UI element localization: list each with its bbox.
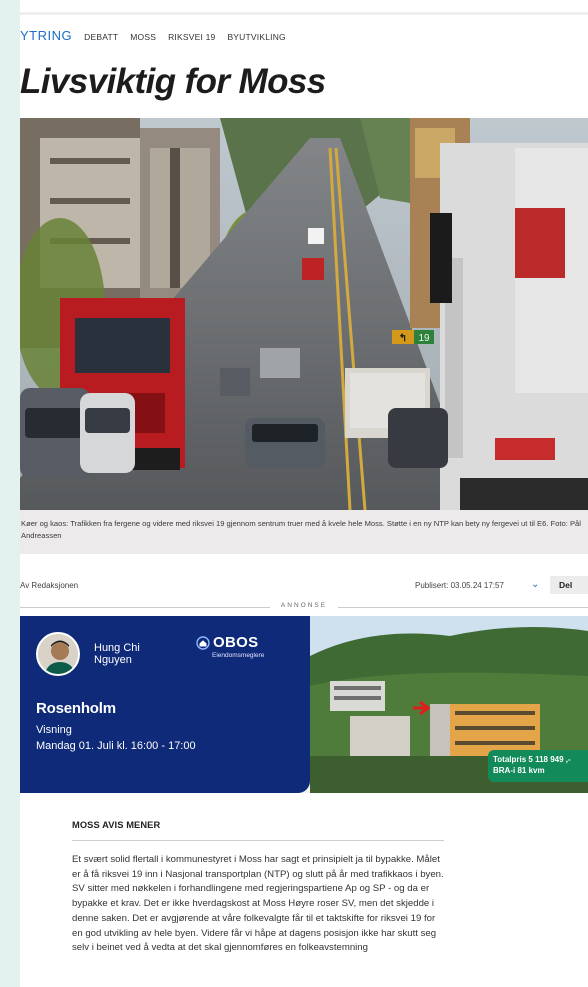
- share-button[interactable]: Del: [550, 576, 588, 594]
- article-text: Et svært solid flertall i kommunestyret …: [72, 854, 444, 954]
- breadcrumb-section[interactable]: YTRING: [20, 28, 72, 43]
- agent-name: Hung Chi Nguyen: [94, 642, 140, 666]
- hero-caption: Køer og kaos: Trafikken fra fergene og v…: [20, 510, 588, 554]
- top-bar: [20, 12, 588, 15]
- agent-avatar: [36, 632, 80, 676]
- ad-info-panel: Hung Chi Nguyen OBOS Eiendomsmeglere Ros…: [20, 616, 310, 793]
- ad-when: Mandag 01. Juli kl. 16:00 - 17:00: [36, 740, 196, 752]
- obos-house-icon: [196, 635, 210, 650]
- breadcrumb-item-riksvei[interactable]: RIKSVEI 19: [168, 32, 215, 42]
- kicker-divider: [72, 840, 444, 841]
- price-badge: Totalpris 5 118 949 ,- BRA-i 81 kvm: [488, 750, 588, 782]
- obos-logo: OBOS Eiendomsmeglere: [196, 634, 296, 659]
- breadcrumb-item-moss[interactable]: MOSS: [130, 32, 156, 42]
- byline[interactable]: Av Redaksjonen: [20, 581, 78, 590]
- chevron-down-icon[interactable]: ⌄: [531, 579, 539, 590]
- article-body: MOSS AVIS MENER Et svært solid flertall …: [72, 820, 444, 956]
- traffic-photo: ↰ 19: [20, 118, 588, 510]
- page-title: Livsviktig for Moss: [20, 62, 326, 101]
- breadcrumb: YTRING DEBATT MOSS RIKSVEI 19 BYUTVIKLIN…: [20, 28, 286, 43]
- breadcrumb-item-debatt[interactable]: DEBATT: [84, 32, 118, 42]
- hero-image[interactable]: ↰ 19: [20, 118, 588, 510]
- ad-event: Visning: [36, 724, 72, 736]
- ad-place: Rosenholm: [36, 700, 116, 717]
- article-kicker: MOSS AVIS MENER: [72, 820, 161, 830]
- publish-date: Publisert: 03.05.24 17:57: [415, 581, 504, 590]
- article-page: YTRING DEBATT MOSS RIKSVEI 19 BYUTVIKLIN…: [20, 0, 588, 987]
- breadcrumb-item-byutvikling[interactable]: BYUTVIKLING: [227, 32, 285, 42]
- ad-label: ANNONSE: [270, 602, 338, 609]
